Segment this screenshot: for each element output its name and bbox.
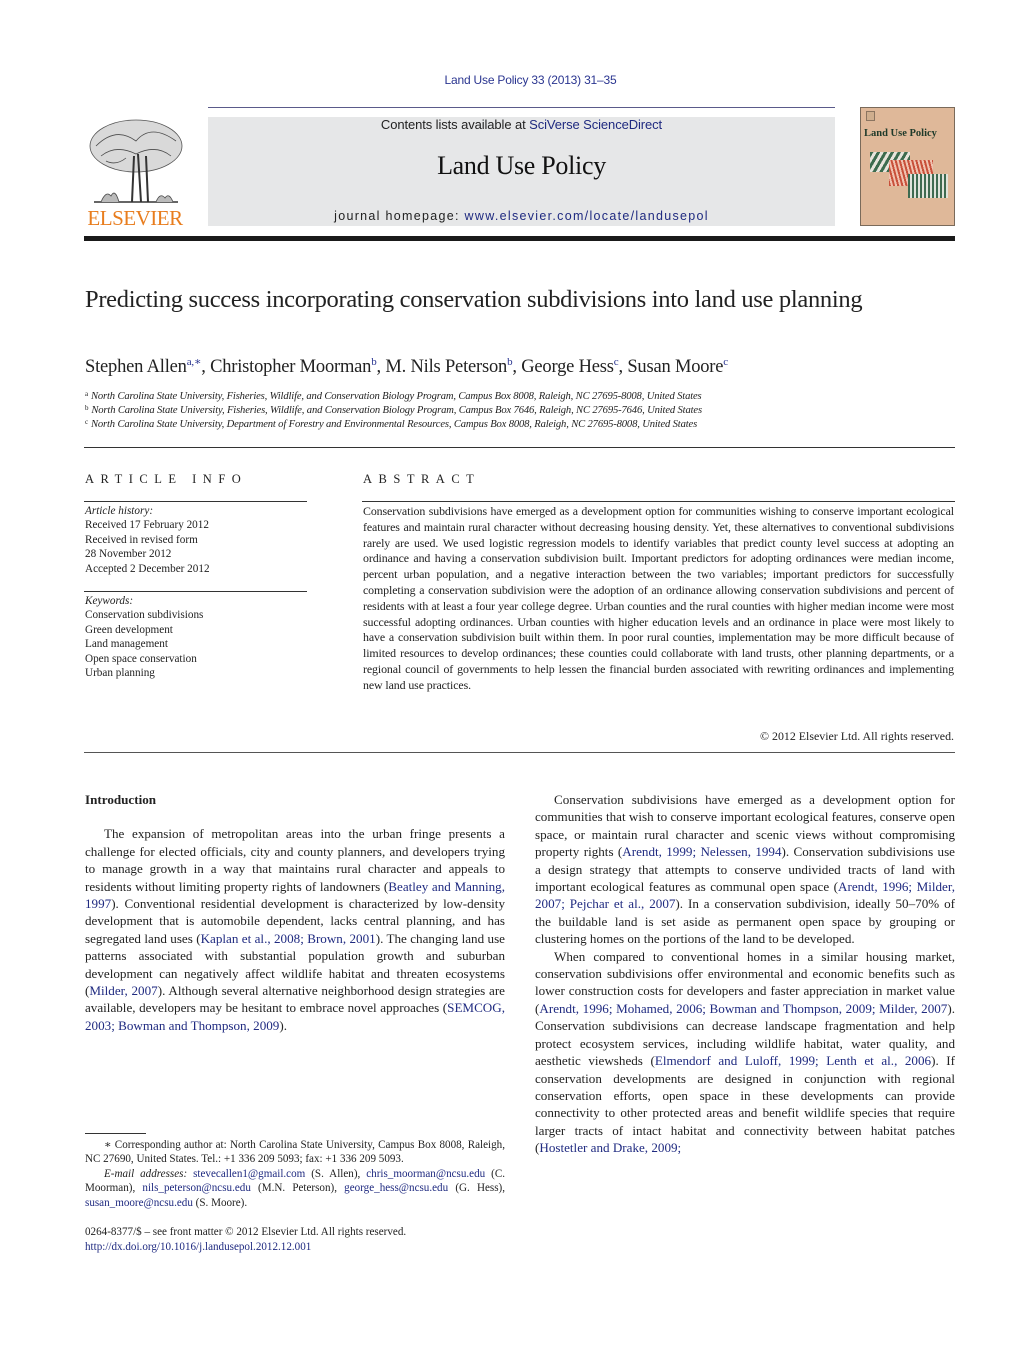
keyword-item: Green development xyxy=(85,623,173,636)
author-affiliation-mark[interactable]: c xyxy=(723,356,728,368)
author-name: George Hess xyxy=(521,357,614,377)
affiliation-a: a North Carolina State University, Fisher… xyxy=(85,390,955,402)
affiliation-text: North Carolina State University, Departm… xyxy=(90,419,698,430)
body-column-right: Conservation subdivisions have emerged a… xyxy=(535,791,955,1157)
author-name: M. Nils Peterson xyxy=(385,357,508,377)
divider xyxy=(362,501,955,502)
cover-title: Land Use Policy xyxy=(864,128,937,139)
author-affiliation-mark[interactable]: b xyxy=(371,356,377,368)
body-column-left: Introduction The expansion of metropolit… xyxy=(85,791,505,1034)
citation-link[interactable]: Milder, 2007 xyxy=(89,983,157,998)
elsevier-logo[interactable]: ELSEVIER xyxy=(84,114,186,230)
affiliation-b: b North Carolina State University, Fisher… xyxy=(85,404,955,416)
footnote-divider xyxy=(85,1133,146,1134)
cover-emblem-icon xyxy=(866,111,875,121)
cover-photo-3 xyxy=(908,174,948,198)
email-addresses: E-mail addresses: stevecallen1@gmail.com… xyxy=(85,1167,505,1210)
keyword-item: Open space conservation xyxy=(85,652,197,665)
author-affiliation-mark[interactable]: b xyxy=(507,356,513,368)
elsevier-wordmark: ELSEVIER xyxy=(87,206,183,230)
masthead-top-rule xyxy=(208,107,835,108)
divider xyxy=(84,501,307,502)
keywords: Keywords: Conservation subdivisions Gree… xyxy=(85,594,307,680)
article-info-heading: ARTICLE INFO xyxy=(85,472,248,486)
history-item: 28 November 2012 xyxy=(85,548,172,561)
email-link[interactable]: stevecallen1@gmail.com xyxy=(193,1168,305,1180)
email-link[interactable]: susan_moore@ncsu.edu xyxy=(85,1197,193,1209)
divider xyxy=(84,591,307,592)
citation-link[interactable]: Hostetler and Drake, 2009; xyxy=(539,1140,681,1155)
body-paragraph: The expansion of metropolitan areas into… xyxy=(85,826,505,1033)
author-affiliation-mark[interactable]: c xyxy=(614,356,619,368)
sciencedirect-link[interactable]: SciVerse ScienceDirect xyxy=(529,117,662,132)
author-name: Susan Moore xyxy=(627,357,724,377)
masthead-thick-rule xyxy=(84,236,955,241)
journal-homepage-link[interactable]: www.elsevier.com/locate/landusepol xyxy=(465,209,709,223)
section-heading-introduction: Introduction xyxy=(85,792,157,807)
elsevier-tree-icon xyxy=(89,119,183,203)
doi-link[interactable]: http://dx.doi.org/10.1016/j.landusepol.2… xyxy=(85,1240,505,1255)
body-paragraph: When compared to conventional homes in a… xyxy=(535,948,955,1156)
email-label: E-mail addresses: xyxy=(104,1167,188,1180)
citation-link[interactable]: SEMCOG, 2003; Bowman and Thompson, 2009 xyxy=(85,1000,505,1032)
footnotes: ∗ Corresponding author at: North Carolin… xyxy=(85,1138,505,1210)
affiliation-text: North Carolina State University, Fisheri… xyxy=(91,405,702,416)
body-paragraph: Conservation subdivisions have emerged a… xyxy=(535,792,955,947)
homepage-line: journal homepage: www.elsevier.com/locat… xyxy=(208,209,835,223)
keyword-item: Urban planning xyxy=(85,667,155,680)
journal-cover-thumbnail[interactable]: Land Use Policy xyxy=(860,107,955,226)
abstract-heading: ABSTRACT xyxy=(363,472,481,486)
affiliation-text: North Carolina State University, Fisheri… xyxy=(90,391,702,402)
email-owner: (S. Moore). xyxy=(192,1196,248,1209)
email-owner: (M.N. Peterson), xyxy=(250,1182,345,1195)
front-matter-copyright: 0264-8377/$ – see front matter © 2012 El… xyxy=(85,1226,407,1238)
affiliation-mark: b xyxy=(85,404,89,412)
article-history: Article history: Received 17 February 20… xyxy=(85,504,307,576)
citation-link[interactable]: Beatley and Manning, 1997 xyxy=(85,879,505,911)
history-label: Article history: xyxy=(85,505,154,517)
history-item: Received in revised form xyxy=(85,533,198,546)
divider xyxy=(84,447,955,448)
citation-link[interactable]: Elmendorf and Luloff, 1999; Lenth et al.… xyxy=(655,1053,931,1068)
keyword-item: Land management xyxy=(85,638,168,651)
email-owner: (G. Hess), xyxy=(448,1182,505,1195)
author-name: Christopher Moorman xyxy=(210,357,372,377)
corresponding-author-note: ∗ Corresponding author at: North Carolin… xyxy=(85,1139,505,1166)
history-item: Received 17 February 2012 xyxy=(85,519,209,532)
keywords-label: Keywords: xyxy=(85,595,134,607)
affiliation-mark: a xyxy=(85,390,88,398)
citation-link[interactable]: Arendt, 1996; Mohamed, 2006; Bowman and … xyxy=(539,1001,947,1016)
author-name: Stephen Allen xyxy=(85,357,187,377)
citation-link[interactable]: Arendt, 1999; Nelessen, 1994 xyxy=(622,844,781,859)
email-link[interactable]: chris_moorman@ncsu.edu xyxy=(366,1168,485,1180)
front-matter: 0264-8377/$ – see front matter © 2012 El… xyxy=(85,1225,505,1255)
history-item: Accepted 2 December 2012 xyxy=(85,562,210,575)
contents-line: Contents lists available at SciVerse Sci… xyxy=(208,117,835,132)
affiliation-c: c North Carolina State University, Depart… xyxy=(85,418,955,430)
email-link[interactable]: nils_peterson@ncsu.edu xyxy=(142,1182,251,1194)
affiliation-mark: c xyxy=(85,418,88,426)
email-owner: (S. Allen), xyxy=(305,1167,367,1180)
citation-link[interactable]: Kaplan et al., 2008; Brown, 2001 xyxy=(201,931,376,946)
running-head[interactable]: Land Use Policy 33 (2013) 31–35 xyxy=(0,73,1021,87)
divider xyxy=(84,752,955,753)
email-link[interactable]: george_hess@ncsu.edu xyxy=(344,1182,448,1194)
author-affiliation-mark[interactable]: a,∗ xyxy=(187,356,202,368)
keyword-item: Conservation subdivisions xyxy=(85,609,204,622)
contents-prefix: Contents lists available at xyxy=(380,117,530,132)
abstract-copyright: © 2012 Elsevier Ltd. All rights reserved… xyxy=(760,729,954,743)
author-list: Stephen Allena,∗, Christopher Moormanb, … xyxy=(85,356,728,377)
journal-banner: Contents lists available at SciVerse Sci… xyxy=(208,117,835,226)
article-title: Predicting success incorporating conserv… xyxy=(85,286,863,313)
homepage-prefix: journal homepage: xyxy=(334,209,465,223)
citation-link[interactable]: Arendt, 1996; Milder, 2007; Pejchar et a… xyxy=(535,879,955,911)
abstract-text: Conservation subdivisions have emerged a… xyxy=(363,504,954,692)
journal-title: Land Use Policy xyxy=(437,151,606,180)
